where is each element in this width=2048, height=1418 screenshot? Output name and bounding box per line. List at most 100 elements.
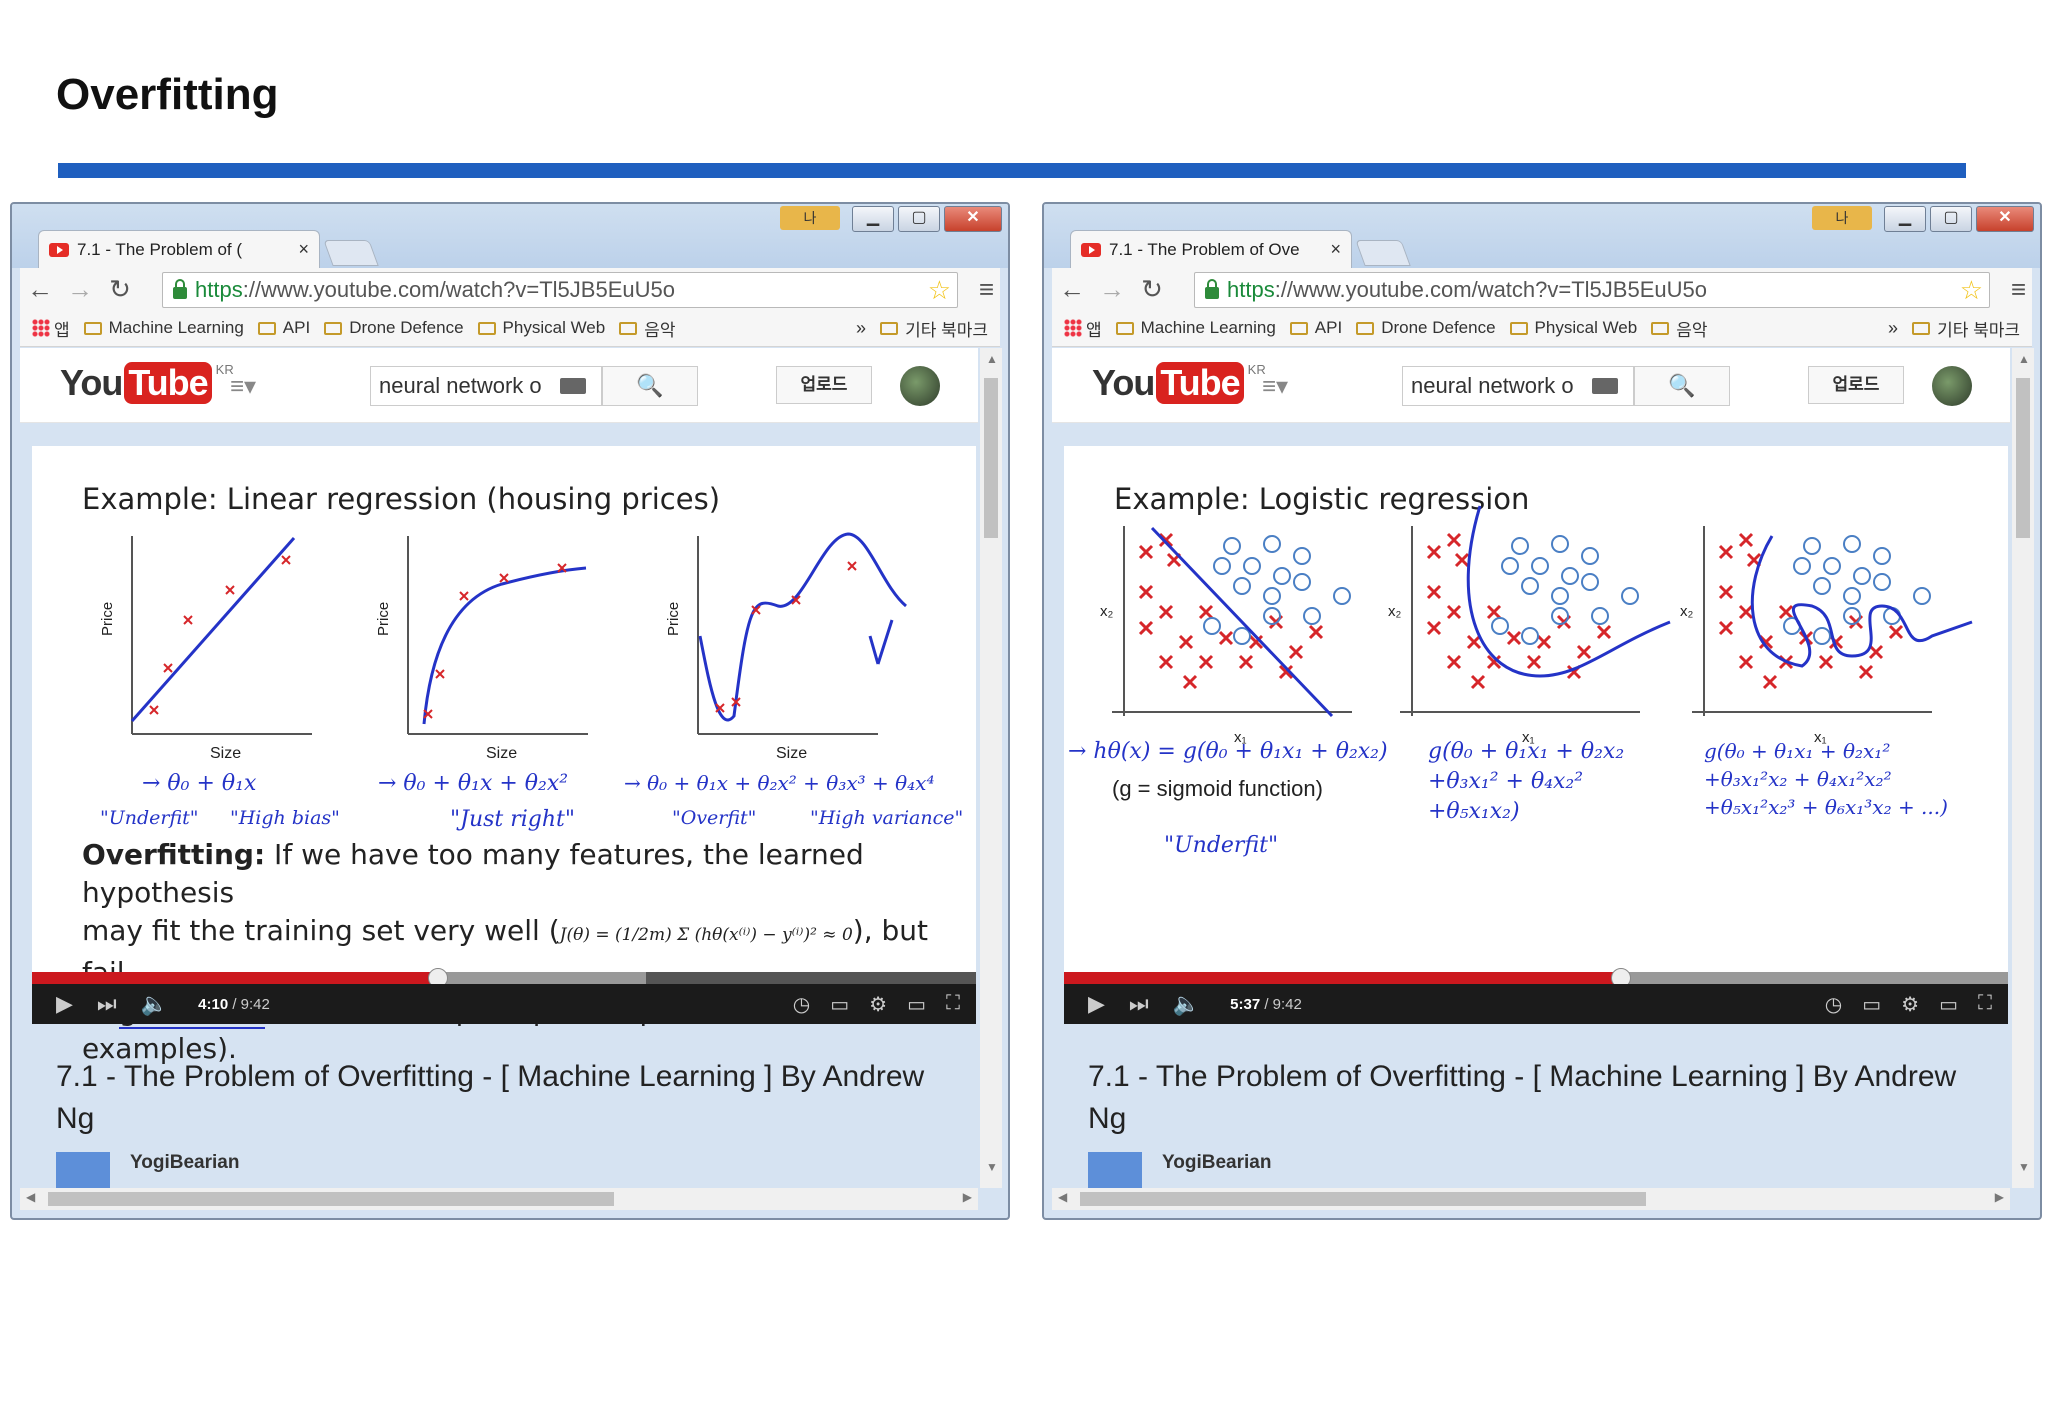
watch-later-icon[interactable]: ◷: [793, 992, 810, 1017]
chrome-menu-icon[interactable]: ≡: [2011, 274, 2026, 305]
browser-tab[interactable]: 7.1 - The Problem of ( ×: [38, 230, 320, 268]
theater-mode-icon[interactable]: ▭: [1939, 992, 1958, 1017]
reload-icon[interactable]: ↻: [1132, 274, 1172, 305]
next-icon[interactable]: ⏭: [1129, 991, 1149, 1017]
back-icon[interactable]: ←: [1052, 274, 1092, 305]
user-badge[interactable]: 나: [780, 206, 840, 230]
bookmark-star-icon[interactable]: ☆: [928, 275, 951, 306]
scroll-thumb[interactable]: [2016, 378, 2030, 538]
apps-label[interactable]: 앱: [1086, 316, 1102, 341]
tab-close-icon[interactable]: ×: [1330, 239, 1341, 260]
maximize-button[interactable]: ▢: [898, 206, 940, 232]
bookmark-folder[interactable]: API: [1289, 318, 1342, 338]
apps-icon[interactable]: [1064, 319, 1082, 337]
bookmark-folder[interactable]: Machine Learning: [1115, 318, 1276, 338]
youtube-logo[interactable]: You Tube KR: [1092, 362, 1266, 404]
volume-icon[interactable]: 🔈: [1173, 991, 1200, 1017]
bookmark-folder[interactable]: API: [257, 318, 310, 338]
theater-mode-icon[interactable]: ▭: [907, 992, 926, 1017]
upload-button[interactable]: 업로드: [776, 366, 872, 404]
bookmark-folder[interactable]: Machine Learning: [83, 318, 244, 338]
scroll-thumb[interactable]: [48, 1192, 614, 1206]
video-player[interactable]: Example: Logistic regression x₂ x₁ x₂ x₁ x₂ x…: [1064, 446, 2008, 1024]
guide-menu-icon[interactable]: ≡▾: [1262, 372, 1288, 401]
progress-bar[interactable]: [1064, 968, 2008, 988]
scroll-right-icon[interactable]: ▶: [1995, 1190, 2004, 1204]
settings-gear-icon[interactable]: ⚙: [869, 992, 887, 1017]
tab-close-icon[interactable]: ×: [298, 239, 309, 260]
vertical-scrollbar[interactable]: ▲ ▼: [980, 348, 1002, 1188]
settings-gear-icon[interactable]: ⚙: [1901, 992, 1919, 1017]
new-tab-button[interactable]: [323, 240, 379, 266]
keyboard-icon[interactable]: [560, 378, 586, 394]
address-bar[interactable]: https://www.youtube.com/watch?v=Tl5JB5Eu…: [162, 272, 958, 308]
scroll-up-icon[interactable]: ▲: [2018, 352, 2030, 366]
back-icon[interactable]: ←: [20, 274, 60, 305]
avatar[interactable]: [900, 366, 940, 406]
cross-marker: [1238, 654, 1254, 670]
scroll-down-icon[interactable]: ▼: [986, 1160, 998, 1174]
scroll-left-icon[interactable]: ◀: [1058, 1190, 1067, 1204]
other-bookmarks[interactable]: 기타 북마크: [880, 316, 988, 341]
channel-thumbnail[interactable]: [56, 1152, 110, 1188]
avatar[interactable]: [1932, 366, 1972, 406]
scroll-thumb[interactable]: [984, 378, 998, 538]
watch-later-icon[interactable]: ◷: [1825, 992, 1842, 1017]
bookmark-folder[interactable]: Physical Web: [1509, 318, 1637, 338]
cross-marker: [1486, 604, 1502, 620]
next-icon[interactable]: ⏭: [97, 991, 117, 1017]
apps-label[interactable]: 앱: [54, 316, 70, 341]
other-bookmarks[interactable]: 기타 북마크: [1912, 316, 2020, 341]
guide-menu-icon[interactable]: ≡▾: [230, 372, 256, 401]
apps-icon[interactable]: [32, 319, 50, 337]
bookmark-folder[interactable]: Drone Defence: [1356, 318, 1496, 338]
search-button[interactable]: 🔍: [1634, 366, 1730, 406]
youtube-logo[interactable]: You Tube KR: [60, 362, 234, 404]
horizontal-scrollbar[interactable]: ◀ ▶: [20, 1188, 978, 1210]
user-badge[interactable]: 나: [1812, 206, 1872, 230]
forward-icon[interactable]: →: [1092, 274, 1132, 305]
reload-icon[interactable]: ↻: [100, 274, 140, 305]
channel-name[interactable]: YogiBearian: [1162, 1152, 1271, 1174]
cross-marker: [1738, 532, 1754, 548]
new-tab-button[interactable]: [1355, 240, 1411, 266]
scroll-left-icon[interactable]: ◀: [26, 1190, 35, 1204]
bookmark-folder[interactable]: 음악: [1651, 316, 1708, 341]
bookmark-star-icon[interactable]: ☆: [1960, 275, 1983, 306]
bookmarks-more-button[interactable]: »: [1888, 318, 1898, 339]
browser-tab[interactable]: 7.1 - The Problem of Ove ×: [1070, 230, 1352, 268]
captions-icon[interactable]: ▭: [1862, 992, 1881, 1017]
close-button[interactable]: ✕: [1976, 206, 2034, 232]
video-player[interactable]: Example: Linear regression (housing pric…: [32, 446, 976, 1065]
channel-thumbnail[interactable]: [1088, 1152, 1142, 1188]
forward-icon[interactable]: →: [60, 274, 100, 305]
search-button[interactable]: 🔍: [602, 366, 698, 406]
keyboard-icon[interactable]: [1592, 378, 1618, 394]
chrome-menu-icon[interactable]: ≡: [979, 274, 994, 305]
close-button[interactable]: ✕: [944, 206, 1002, 232]
scroll-right-icon[interactable]: ▶: [963, 1190, 972, 1204]
play-icon[interactable]: ▶: [1088, 991, 1105, 1017]
fullscreen-icon[interactable]: ⛶: [946, 992, 960, 1017]
bookmark-folder[interactable]: Drone Defence: [324, 318, 464, 338]
address-bar[interactable]: https://www.youtube.com/watch?v=Tl5JB5Eu…: [1194, 272, 1990, 308]
minimize-button[interactable]: ▁: [852, 206, 894, 232]
captions-icon[interactable]: ▭: [830, 992, 849, 1017]
volume-icon[interactable]: 🔈: [141, 991, 168, 1017]
circle-marker: [1213, 557, 1231, 575]
bookmarks-more-button[interactable]: »: [856, 318, 866, 339]
progress-bar[interactable]: [32, 968, 976, 988]
bookmark-folder[interactable]: 음악: [619, 316, 676, 341]
bookmark-folder[interactable]: Physical Web: [477, 318, 605, 338]
fullscreen-icon[interactable]: ⛶: [1978, 992, 1992, 1017]
play-icon[interactable]: ▶: [56, 991, 73, 1017]
scroll-up-icon[interactable]: ▲: [986, 352, 998, 366]
vertical-scrollbar[interactable]: ▲ ▼: [2012, 348, 2034, 1188]
scroll-down-icon[interactable]: ▼: [2018, 1160, 2030, 1174]
channel-name[interactable]: YogiBearian: [130, 1152, 239, 1174]
maximize-button[interactable]: ▢: [1930, 206, 1972, 232]
scroll-thumb[interactable]: [1080, 1192, 1646, 1206]
upload-button[interactable]: 업로드: [1808, 366, 1904, 404]
minimize-button[interactable]: ▁: [1884, 206, 1926, 232]
horizontal-scrollbar[interactable]: ◀ ▶: [1052, 1188, 2010, 1210]
